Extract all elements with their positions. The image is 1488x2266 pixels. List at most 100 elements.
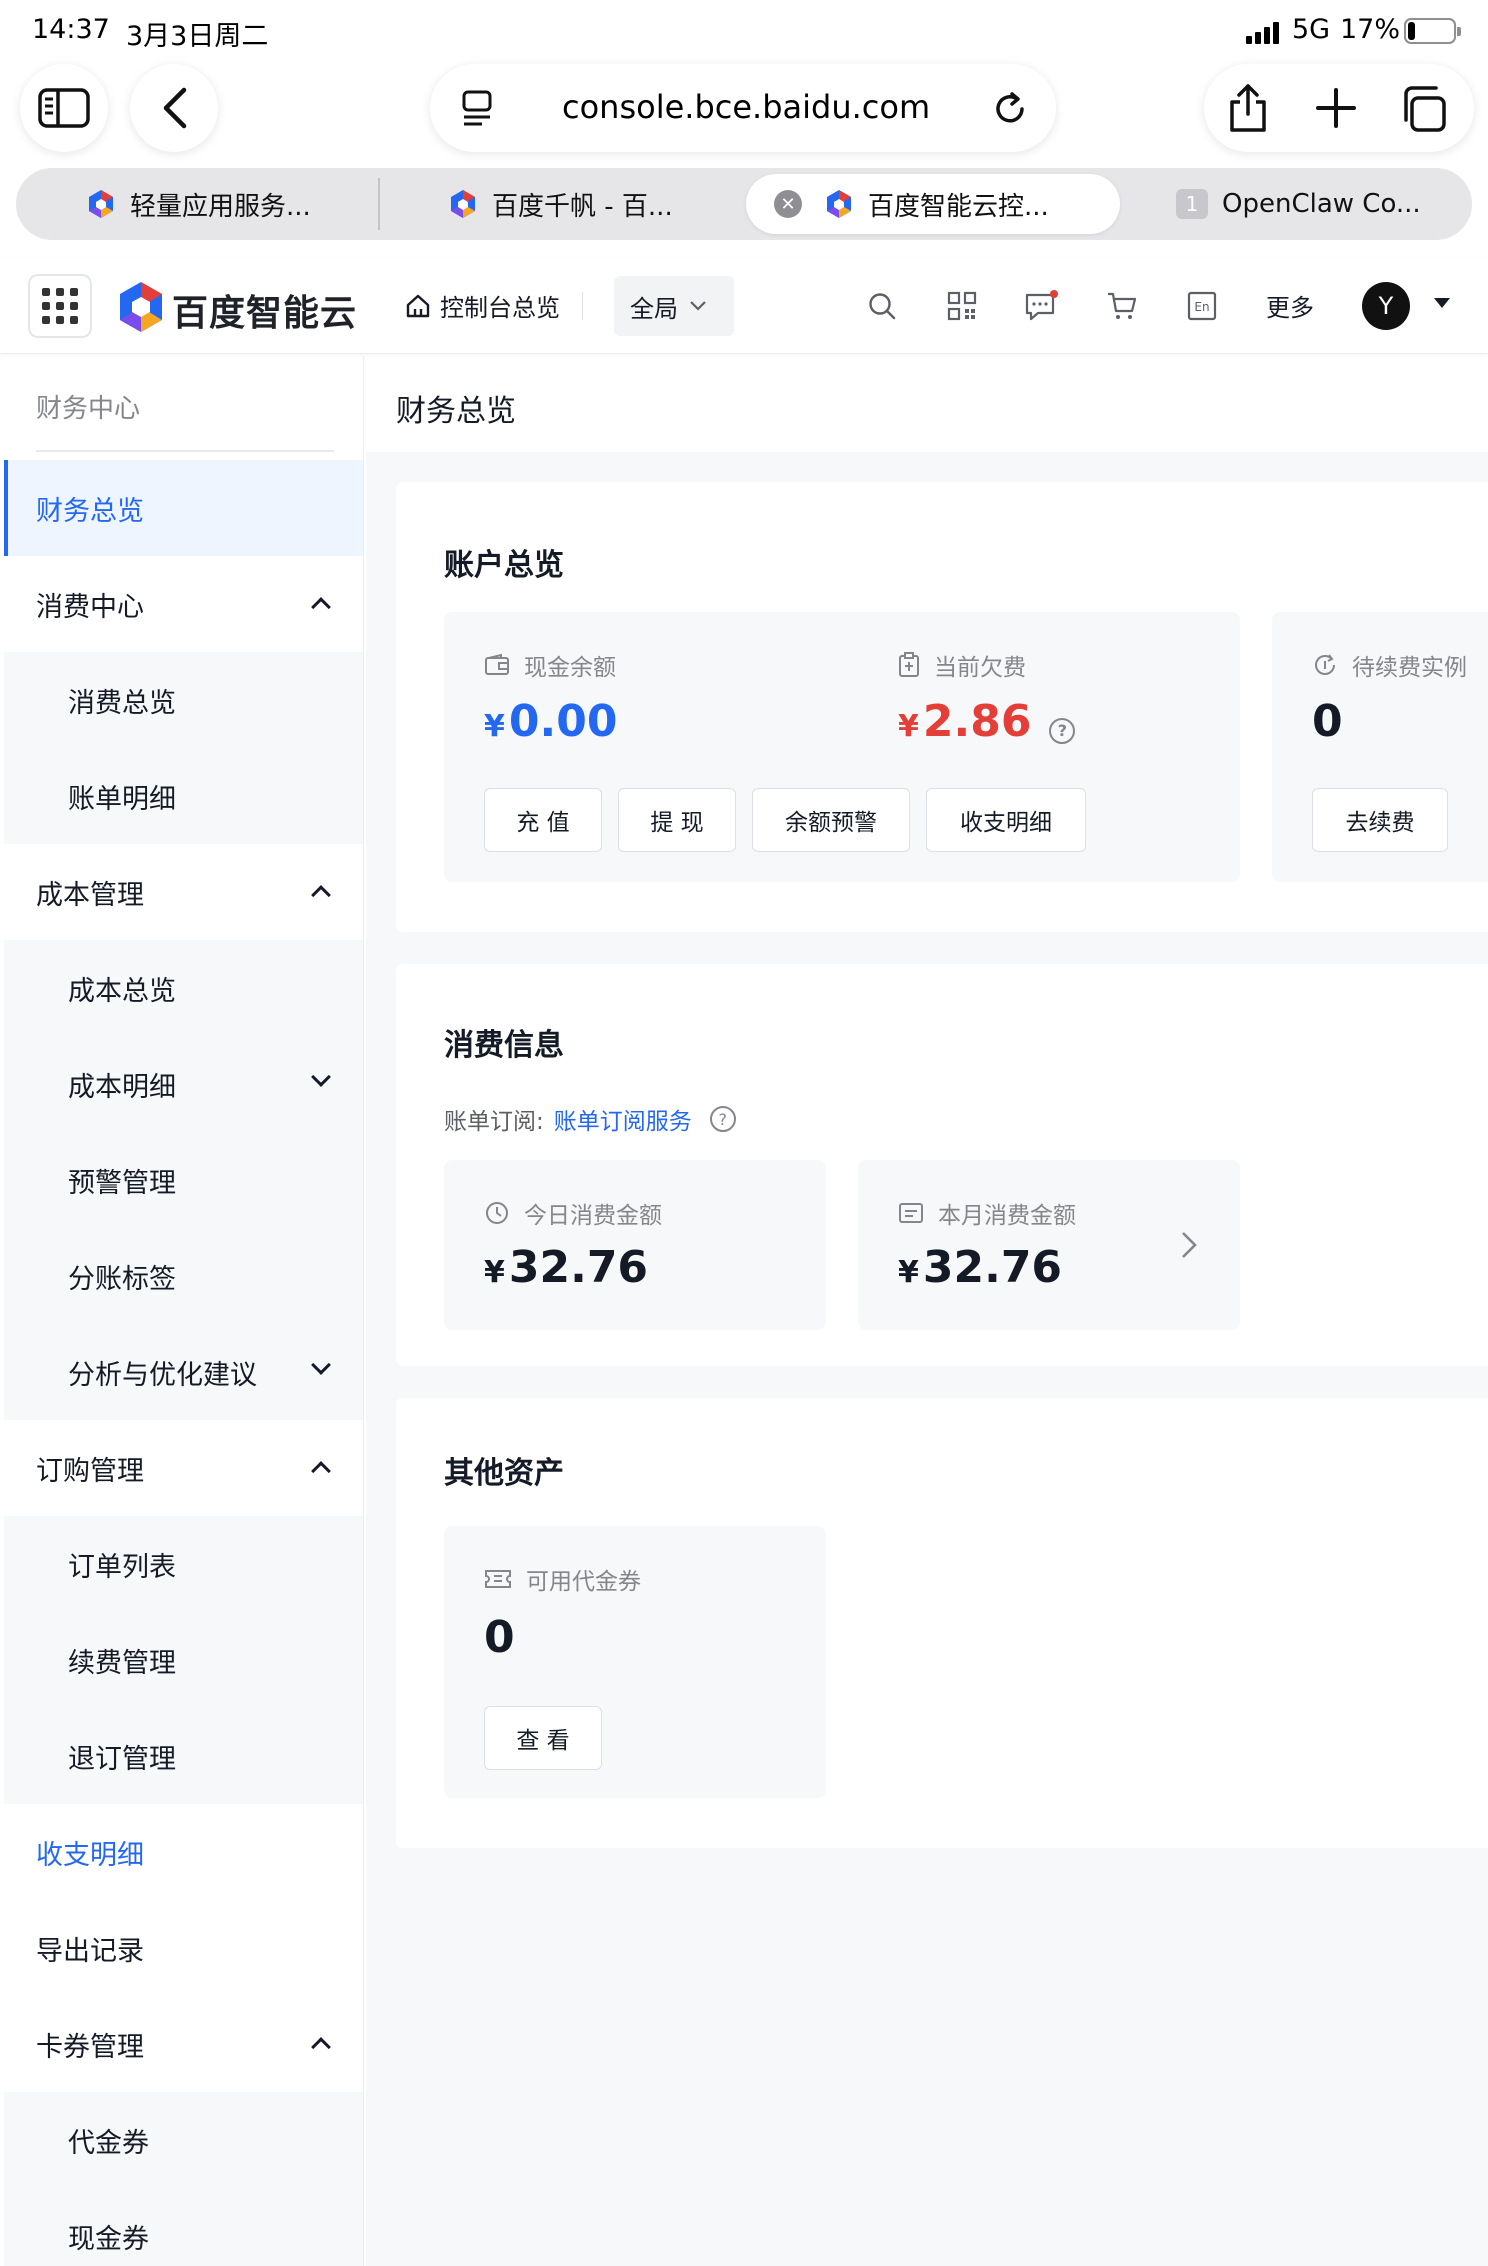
sidebar-item-bill-detail[interactable]: 账单明细 (4, 748, 363, 844)
sidebar-item-consumption-overview[interactable]: 消费总览 (4, 652, 363, 748)
sidebar-item-consumption-center[interactable]: 消费中心 (4, 556, 363, 652)
document-icon (899, 1203, 923, 1223)
new-tab-icon[interactable] (1316, 88, 1356, 128)
chevron-left-icon (163, 87, 187, 129)
pending-renewal-box: 待续费实例 0 去续费 (1272, 612, 1488, 882)
tab-qianfan[interactable]: 百度千帆 - 百... (448, 174, 728, 234)
sidebar-item-cash-coupon[interactable]: 现金券 (4, 2188, 363, 2266)
income-expense-detail-button[interactable]: 收支明细 (926, 788, 1086, 852)
header-cart-button[interactable] (1104, 288, 1140, 324)
sidebar-title: 财务中心 (36, 394, 141, 424)
cellular-signal-icon (1246, 20, 1282, 44)
month-consumption-label-text: 本月消费金额 (938, 1203, 1076, 1229)
main-content: 财务总览 账户总览 现金余额 ¥0.00 当前欠费 ¥2.86? 充 值 提 现… (366, 356, 1488, 2266)
tab-label: 百度千帆 - 百... (492, 191, 673, 222)
help-icon[interactable]: ? (709, 1106, 736, 1132)
sidebar-item-order-management[interactable]: 订购管理 (4, 1420, 363, 1516)
bill-subscription-line: 账单订阅: 账单订阅服务 ? (444, 1102, 736, 1136)
search-icon (869, 293, 896, 320)
baidu-cloud-favicon-icon (89, 190, 113, 218)
svg-text:En: En (1194, 300, 1209, 314)
sidebar-item-renewal-management[interactable]: 续费管理 (4, 1612, 363, 1708)
sidebar-item-unsubscribe-management[interactable]: 退订管理 (4, 1708, 363, 1804)
sidebar-toggle-button[interactable] (20, 64, 108, 152)
header-message-button[interactable] (1024, 288, 1060, 324)
view-voucher-button[interactable]: 查 看 (484, 1706, 602, 1770)
header-search-button[interactable] (864, 288, 900, 324)
sidebar-item-alert-management[interactable]: 预警管理 (4, 1132, 363, 1228)
bill-subscription-link[interactable]: 账单订阅服务 (554, 1102, 692, 1136)
month-consumption-box[interactable]: 本月消费金额 ¥32.76 (858, 1160, 1240, 1330)
tabs-overview-icon[interactable] (1398, 84, 1448, 134)
page-title: 财务总览 (396, 394, 516, 429)
header-more-link[interactable]: 更多 (1266, 288, 1314, 323)
pending-renewal-label: 待续费实例 (1312, 648, 1467, 682)
home-icon (406, 294, 430, 317)
network-type: 5G (1292, 14, 1331, 45)
current-debt-amount: 2.86 (922, 696, 1032, 747)
baidu-cloud-logo-icon[interactable] (116, 280, 166, 334)
chevron-up-icon (311, 2037, 331, 2057)
reload-icon[interactable] (990, 88, 1030, 128)
available-voucher-label-text: 可用代金券 (526, 1569, 641, 1595)
chevron-down-icon (311, 1067, 331, 1087)
status-date: 3月3日周二 (126, 21, 269, 52)
help-icon[interactable]: ? (1049, 717, 1076, 744)
sidebar-item-split-tags[interactable]: 分账标签 (4, 1228, 363, 1324)
sidebar-item-cost-detail[interactable]: 成本明细 (4, 1036, 363, 1132)
sidebar-item-label: 续费管理 (68, 1647, 176, 1679)
header-qrcode-button[interactable] (944, 288, 980, 324)
sidebar-item-finance-overview[interactable]: 财务总览 (4, 460, 363, 556)
sidebar-item-cost-overview[interactable]: 成本总览 (4, 940, 363, 1036)
balance-box: 现金余额 ¥0.00 当前欠费 ¥2.86? 充 值 提 现 余额预警 收支明细 (444, 612, 1240, 882)
tab-baidu-cloud-console[interactable]: ✕ 百度智能云控... (746, 174, 1120, 234)
today-consumption-label: 今日消费金额 (484, 1196, 662, 1230)
avatar[interactable]: Y (1362, 282, 1410, 330)
tab-lightweight-app[interactable]: 轻量应用服务... (86, 174, 366, 234)
product-menu-button[interactable] (28, 274, 92, 338)
sidebar-item-cost-management[interactable]: 成本管理 (4, 844, 363, 940)
sidebar: 财务中心 财务总览 消费中心 消费总览 账单明细 成本管理 成本总览 成本明细 … (4, 356, 364, 2266)
status-time: 14:37 (32, 14, 110, 45)
chevron-up-icon (311, 597, 331, 617)
sidebar-item-coupon-management[interactable]: 卡券管理 (4, 1996, 363, 2092)
sidebar-item-label: 卡券管理 (36, 2031, 144, 2063)
sidebar-item-voucher[interactable]: 代金券 (4, 2092, 363, 2188)
month-consumption-label: 本月消费金额 (898, 1196, 1076, 1230)
chevron-up-icon (311, 885, 331, 905)
address-bar[interactable]: console.bce.baidu.com (430, 64, 1056, 152)
go-renew-button[interactable]: 去续费 (1312, 788, 1448, 852)
sidebar-item-analysis-suggestions[interactable]: 分析与优化建议 (4, 1324, 363, 1420)
sidebar-item-income-expense[interactable]: 收支明细 (4, 1804, 363, 1900)
status-bar: 14:37 3月3日周二 5G 17% (0, 0, 1488, 60)
recharge-button[interactable]: 充 值 (484, 788, 602, 852)
withdraw-button[interactable]: 提 现 (618, 788, 736, 852)
qrcode-icon (947, 291, 977, 321)
sidebar-item-label: 消费中心 (36, 591, 144, 623)
month-consumption-value: ¥32.76 (898, 1242, 1062, 1293)
console-home-link[interactable]: 控制台总览 (404, 288, 560, 323)
balance-alert-button[interactable]: 余额预警 (752, 788, 910, 852)
caret-down-icon[interactable] (1434, 298, 1450, 308)
close-tab-icon[interactable]: ✕ (774, 190, 802, 218)
share-icon[interactable] (1224, 82, 1272, 134)
consumption-info-card: 消费信息 账单订阅: 账单订阅服务 ? 今日消费金额 ¥32.76 本月消费金额… (396, 964, 1488, 1366)
today-consumption-label-text: 今日消费金额 (524, 1203, 662, 1229)
sidebar-item-order-list[interactable]: 订单列表 (4, 1516, 363, 1612)
sidebar-item-label: 代金券 (68, 2127, 149, 2159)
pending-renewal-value: 0 (1312, 696, 1343, 747)
available-voucher-value: 0 (484, 1612, 515, 1663)
other-assets-card: 其他资产 可用代金券 0 查 看 (396, 1398, 1488, 1848)
sidebar-item-export-records[interactable]: 导出记录 (4, 1900, 363, 1996)
month-consumption-amount: 32.76 (922, 1242, 1063, 1293)
url-text: console.bce.baidu.com (562, 88, 931, 126)
sidebar-item-label: 收支明细 (36, 1839, 144, 1871)
region-select[interactable]: 全局 (614, 276, 734, 336)
cash-balance-label: 现金余额 (484, 648, 616, 682)
back-button[interactable] (130, 64, 218, 152)
header-language-button[interactable]: En (1184, 288, 1220, 324)
wallet-icon (485, 653, 509, 675)
tab-favicon-badge: 1 (1176, 189, 1208, 219)
today-consumption-amount: 32.76 (508, 1242, 649, 1293)
tab-openclaw[interactable]: 1 OpenClaw Co... (1176, 174, 1466, 234)
